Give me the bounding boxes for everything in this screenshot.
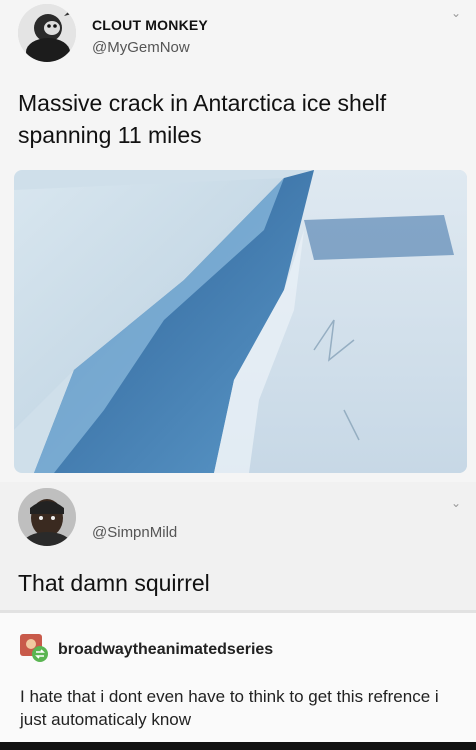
avatar[interactable] [18, 488, 76, 546]
chevron-down-icon[interactable]: ⌄ [451, 6, 461, 20]
tumblr-post: broadwaytheanimatedseries I hate that i … [0, 613, 476, 742]
bottom-edge [0, 742, 476, 750]
tweet-photo[interactable] [14, 170, 467, 473]
tweet-text: Massive crack in Antarctica ice shelf sp… [18, 90, 387, 148]
reply-tweet: @SimpnMild ⌄ That damn squirrel [0, 482, 476, 610]
avatar[interactable] [20, 634, 48, 662]
avatar[interactable] [18, 4, 76, 62]
display-name[interactable]: CLOUT MONKEY [92, 17, 208, 33]
chevron-down-icon[interactable]: ⌄ [451, 496, 461, 510]
tweet-card: CLOUT MONKEY @MyGemNow ⌄ Massive crack i… [0, 0, 476, 482]
tumblr-text: I hate that i dont even have to think to… [20, 687, 439, 729]
user-handle[interactable]: @SimpnMild [92, 524, 177, 541]
tumblr-username[interactable]: broadwaytheanimatedseries [58, 641, 273, 659]
user-handle[interactable]: @MyGemNow [92, 39, 190, 56]
reply-text: That damn squirrel [18, 570, 210, 596]
